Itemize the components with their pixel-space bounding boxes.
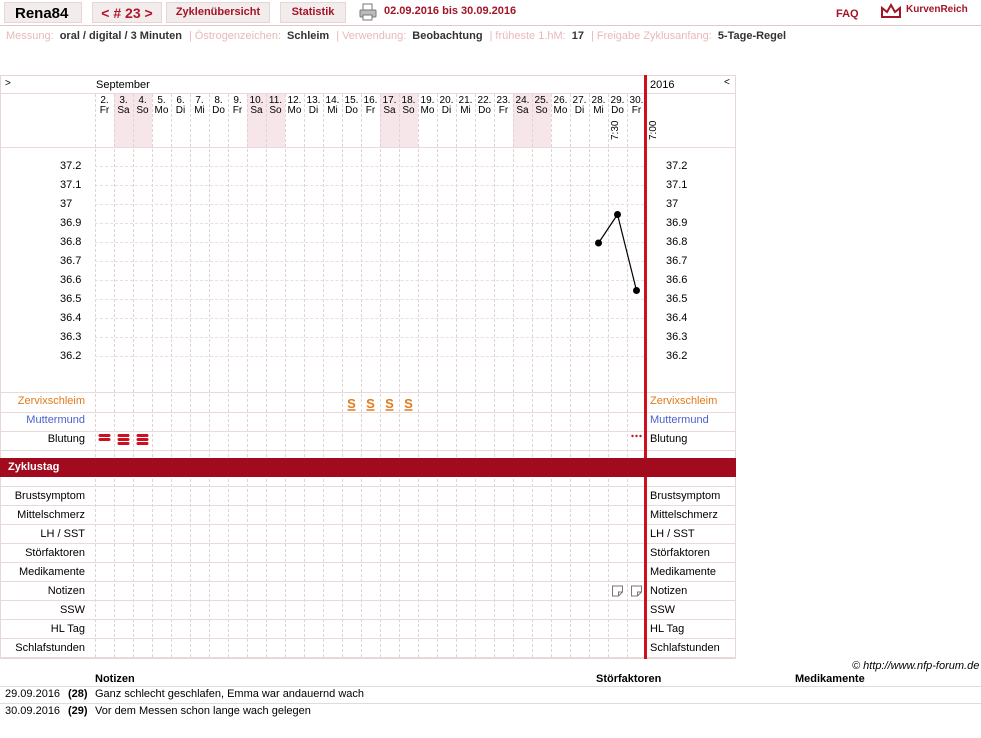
temperature-curve: SSSS <box>98 211 642 597</box>
crown-logo-icon <box>881 2 901 18</box>
divider <box>0 686 981 687</box>
bleeding-marker[interactable] <box>136 434 149 437</box>
spotting-marker[interactable] <box>639 434 642 438</box>
bleeding-marker[interactable] <box>136 438 149 441</box>
divider <box>0 703 981 704</box>
bleeding-marker[interactable] <box>117 438 130 441</box>
temperature-line <box>598 213 638 291</box>
bleeding-marker[interactable] <box>136 442 149 445</box>
medikamente-header: Medikamente <box>795 673 865 685</box>
note-text: Ganz schlecht geschlafen, Emma war andau… <box>95 688 365 700</box>
cervical-mucus-marker[interactable]: S <box>385 396 394 411</box>
note-icon[interactable] <box>631 585 642 597</box>
bleeding-marker[interactable] <box>98 434 111 437</box>
brand-name[interactable]: KurvenReich <box>906 4 968 15</box>
note-date: 30.09.2016 <box>5 705 61 717</box>
temperature-point[interactable] <box>633 287 640 294</box>
bleeding-marker[interactable] <box>117 442 130 445</box>
cycle-day-band <box>0 458 736 477</box>
copyright[interactable]: © http://www.nfp-forum.de <box>852 660 979 672</box>
cervical-mucus-marker[interactable]: S <box>366 396 375 411</box>
faq-link[interactable]: FAQ <box>836 8 859 20</box>
temperature-point[interactable] <box>595 239 602 247</box>
spotting-marker[interactable] <box>631 434 634 438</box>
note-text: Vor dem Messen schon lange wach gelegen <box>95 705 311 717</box>
cervical-mucus-marker[interactable]: S <box>404 396 413 411</box>
cervical-mucus-marker[interactable]: S <box>347 396 356 411</box>
note-day: (28) <box>68 688 88 700</box>
notes-header: Notizen <box>95 673 135 685</box>
cycle-day-label: Zyklustag <box>8 461 60 473</box>
note-icon[interactable] <box>612 585 623 597</box>
stoerfaktoren-header: Störfaktoren <box>596 673 662 685</box>
spotting-marker[interactable] <box>635 434 638 438</box>
note-day: (29) <box>68 705 88 717</box>
temperature-point[interactable] <box>614 211 621 218</box>
bleeding-marker[interactable] <box>117 434 130 437</box>
note-date: 29.09.2016 <box>5 688 61 700</box>
bleeding-marker[interactable] <box>98 438 111 441</box>
